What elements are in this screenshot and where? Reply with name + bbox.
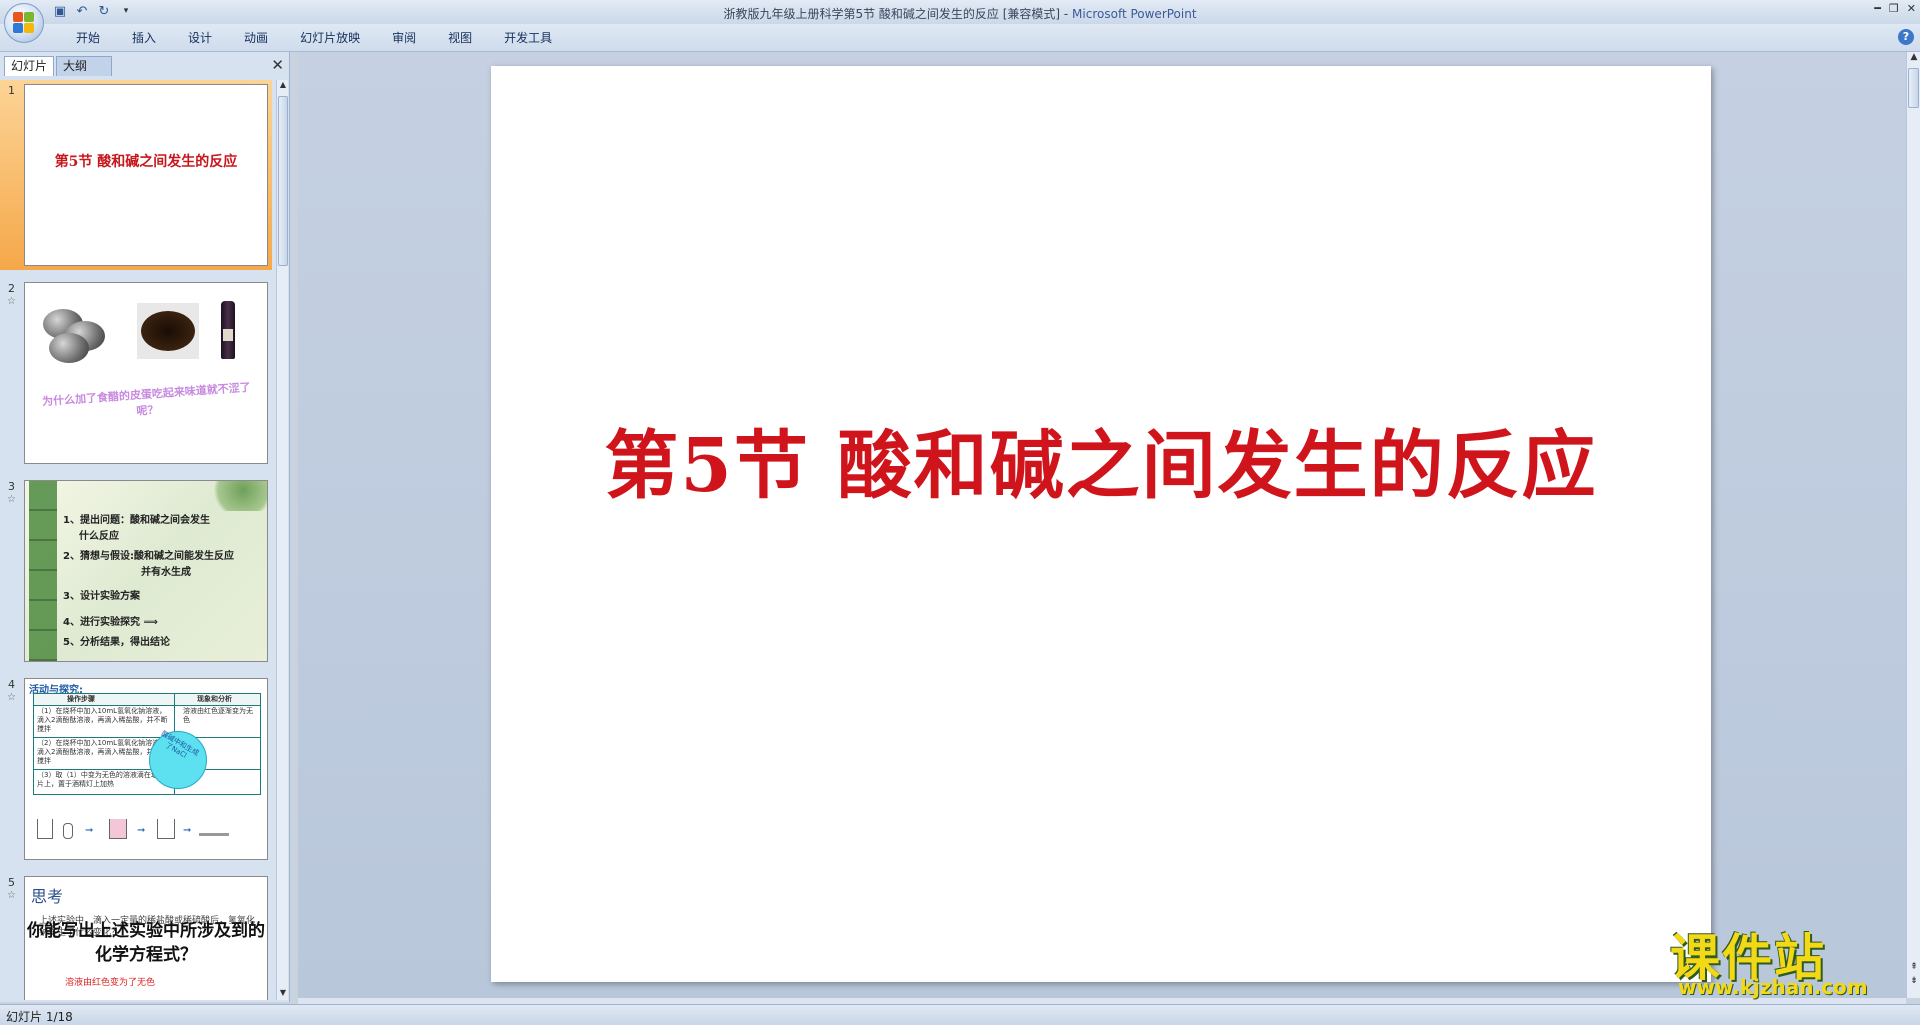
experiment-table: 操作步骤 现象和分析 （1）在烧杯中加入10mL氢氧化钠溶液，滴入2滴酚酞溶液，… [33,693,261,795]
slides-pane: 幻灯片 大纲 ✕ 1 第5节 酸和碱之间发生的反应 2 ☆ 为什么加了食醋的皮蛋… [0,52,290,1002]
office-button[interactable] [4,3,44,43]
thumbnail-number: 5 [8,876,15,889]
close-window-icon[interactable]: ✕ [1907,2,1916,15]
thumbnail-number: 1 [8,84,15,97]
thumbnail-2[interactable]: 2 ☆ 为什么加了食醋的皮蛋吃起来味道就不涩了呢？ [0,278,272,468]
title-bar: ▣ ↶ ↻ ▾ 浙教版九年级上册科学第5节 酸和碱之间发生的反应 [兼容模式] … [0,0,1920,43]
scroll-thumb[interactable] [278,96,288,266]
table-header-row: 操作步骤 现象和分析 [34,694,260,706]
tree-decoration [207,481,267,511]
tab-animations[interactable]: 动画 [228,30,284,46]
thumbnail-number: 3 [8,480,15,493]
scroll-down-icon[interactable]: ▼ [277,988,289,1000]
tab-view[interactable]: 视图 [432,30,488,46]
help-icon[interactable]: ? [1898,29,1914,45]
table-cell: （1）在烧杯中加入10mL氢氧化钠溶液，滴入2滴酚酞溶液，再滴入稀盐酸，并不断搅… [37,707,168,733]
vinegar-dish-image [137,303,199,359]
tab-insert[interactable]: 插入 [116,30,172,46]
animation-star-icon: ☆ [7,692,16,703]
step-line: 1、提出问题：酸和碱之间会发生 [63,515,210,526]
table-row: （1）在烧杯中加入10mL氢氧化钠溶液，滴入2滴酚酞溶液，再滴入稀盐酸，并不断搅… [34,706,260,738]
close-pane-icon[interactable]: ✕ [271,56,284,74]
watermark-url: www.kjzhan.com [1678,975,1868,999]
thumbnail-number: 4 [8,678,15,691]
restore-icon[interactable]: ❐ [1889,2,1899,15]
next-slide-icon[interactable]: ⇟ [1907,976,1920,986]
thumbnail-title: 第5节 酸和碱之间发生的反应 [54,154,238,170]
preserved-egg-image [49,333,89,363]
thumbnail-slide: 第5节 酸和碱之间发生的反应 [24,84,268,266]
tab-home[interactable]: 开始 [60,30,116,46]
apparatus-drawing: ➞ ➞ ➞ [33,805,261,845]
step-line: 3、设计实验方案 [63,591,140,602]
thumbnail-scrollbar[interactable]: ▲ ▼ [276,80,288,1000]
thumbnail-3[interactable]: 3 ☆ 1、提出问题：酸和碱之间会发生 什么反应 2、猜想与假设:酸和碱之间能发… [0,476,272,666]
animation-star-icon: ☆ [7,296,16,307]
status-bar: 幻灯片 1/18 [0,1004,1920,1025]
step-line: 2、猜想与假设:酸和碱之间能发生反应 [63,551,234,562]
thumbnail-slide: 活动与探究: 操作步骤 现象和分析 （1）在烧杯中加入10mL氢氧化钠溶液，滴入… [24,678,268,860]
thumbnail-question: 为什么加了食醋的皮蛋吃起来味道就不涩了呢？ [41,380,252,418]
thumbnail-5[interactable]: 5 ☆ 思考 上述实验中，滴入一定量的稀盐酸或稀硫酸后，氢氧化钠发生了什么变化？… [0,872,272,1000]
tab-slideshow[interactable]: 幻灯片放映 [284,30,376,46]
thumbnail-note: 溶液由红色变为了无色 [65,978,156,988]
thumbnail-4[interactable]: 4 ☆ 活动与探究: 操作步骤 现象和分析 （1）在烧杯中加入10mL氢氧化钠溶… [0,674,272,864]
pane-tabs: 幻灯片 大纲 ✕ [2,54,288,76]
table-row: （3）取（1）中变为无色的溶液滴在玻璃片上，置于酒精灯上加热 [34,770,260,796]
thumbnail-number: 2 [8,282,15,295]
step-line: 5、分析结果，得出结论 [63,637,170,648]
thumbnail-title: 思考 [31,887,64,906]
scroll-thumb[interactable] [1908,68,1919,108]
slide-counter: 幻灯片 1/18 [6,1010,73,1024]
tab-design[interactable]: 设计 [172,30,228,46]
animation-star-icon: ☆ [7,494,16,505]
step-line: 并有水生成 [141,567,191,578]
window-title: 浙教版九年级上册科学第5节 酸和碱之间发生的反应 [兼容模式] - Micros… [0,5,1920,22]
thumbnail-question: 你能写出上述实验中所涉及到的化学方程式？ [27,921,265,965]
thumbnail-1[interactable]: 1 第5节 酸和碱之间发生的反应 [0,80,272,270]
slide-title[interactable]: 第5节 酸和碱之间发生的反应 [491,406,1711,513]
thumbnail-slide: 为什么加了食醋的皮蛋吃起来味道就不涩了呢？ [24,282,268,464]
app-name: Microsoft PowerPoint [1072,7,1197,21]
step-line: 4、进行实验探究 ⟹ [63,617,158,628]
office-logo-icon [13,12,35,34]
tab-outline[interactable]: 大纲 [56,56,112,76]
scroll-up-icon[interactable]: ▲ [1907,52,1920,62]
tab-review[interactable]: 审阅 [376,30,432,46]
current-slide[interactable]: 第5节 酸和碱之间发生的反应 [491,66,1711,982]
slide-scrollbar[interactable]: ▲ ⇞ ⇟ [1906,52,1920,998]
thumbnail-list: 1 第5节 酸和碱之间发生的反应 2 ☆ 为什么加了食醋的皮蛋吃起来味道就不涩了… [0,80,272,1000]
scroll-up-icon[interactable]: ▲ [277,80,289,92]
header-steps: 操作步骤 [67,695,95,703]
thumbnail-slide: 1、提出问题：酸和碱之间会发生 什么反应 2、猜想与假设:酸和碱之间能发生反应 … [24,480,268,662]
window-controls: ━ ❐ ✕ [1874,2,1916,15]
minimize-icon[interactable]: ━ [1874,2,1881,15]
table-row: （2）在烧杯中加入10mL氢氧化钠溶液，滴入2滴酚酞溶液，再滴入稀盐酸，并不断搅… [34,738,260,770]
table-cell: 溶液由红色逐渐变为无色 [183,707,253,724]
title-separator: - [1060,7,1073,21]
bamboo-decoration [29,481,57,661]
step-line: 什么反应 [79,531,119,542]
animation-star-icon: ☆ [7,890,16,901]
ribbon: 开始 插入 设计 动画 幻灯片放映 审阅 视图 开发工具 ? [0,24,1920,52]
tab-slides[interactable]: 幻灯片 [4,56,55,76]
document-title: 浙教版九年级上册科学第5节 酸和碱之间发生的反应 [兼容模式] [723,7,1061,21]
vinegar-bottle-image [221,301,235,359]
ribbon-tabs: 开始 插入 设计 动画 幻灯片放映 审阅 视图 开发工具 [60,30,568,46]
tab-developer[interactable]: 开发工具 [488,30,568,46]
thumbnail-slide: 思考 上述实验中，滴入一定量的稀盐酸或稀硫酸后，氢氧化钠发生了什么变化？ 你能写… [24,876,268,1000]
previous-slide-icon[interactable]: ⇞ [1907,962,1920,972]
header-results: 现象和分析 [197,695,232,703]
